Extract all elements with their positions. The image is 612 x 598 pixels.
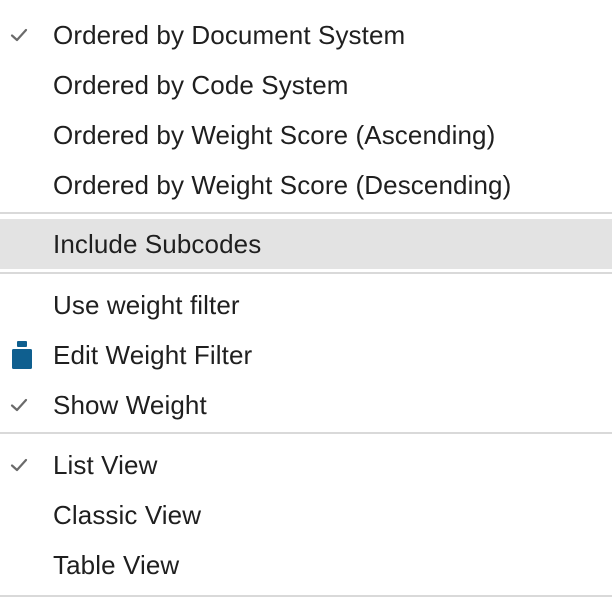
weight-icon — [12, 341, 32, 369]
menu-item-label: Classic View — [53, 500, 202, 530]
menu-separator — [0, 212, 612, 214]
menu-item-label: Ordered by Weight Score (Descending) — [53, 170, 512, 200]
menu-item-edit-weight-filter[interactable]: Edit Weight Filter — [0, 330, 612, 380]
context-menu: Ordered by Document System Ordered by Co… — [0, 0, 612, 598]
menu-item-include-subcodes[interactable]: Include Subcodes — [0, 219, 612, 269]
menu-item-show-weight[interactable]: Show Weight — [0, 380, 612, 430]
checkmark-icon — [10, 398, 28, 412]
menu-item-label: Ordered by Code System — [53, 70, 349, 100]
menu-item-classic-view[interactable]: Classic View — [0, 490, 612, 540]
menu-item-ordered-by-code-system[interactable]: Ordered by Code System — [0, 60, 612, 110]
checkmark-icon — [10, 28, 28, 42]
menu-item-table-view[interactable]: Table View — [0, 540, 612, 590]
menu-separator — [0, 595, 612, 597]
menu-item-ordered-by-weight-descending[interactable]: Ordered by Weight Score (Descending) — [0, 160, 612, 210]
menu-item-use-weight-filter[interactable]: Use weight filter — [0, 280, 612, 330]
menu-item-label: List View — [53, 450, 158, 480]
menu-item-label: Ordered by Document System — [53, 20, 406, 50]
menu-item-label: Use weight filter — [53, 290, 240, 320]
menu-separator — [0, 432, 612, 434]
checkmark-icon — [10, 458, 28, 472]
menu-item-ordered-by-weight-ascending[interactable]: Ordered by Weight Score (Ascending) — [0, 110, 612, 160]
menu-item-list-view[interactable]: List View — [0, 440, 612, 490]
menu-item-label: Ordered by Weight Score (Ascending) — [53, 120, 496, 150]
menu-item-ordered-by-document-system[interactable]: Ordered by Document System — [0, 10, 612, 60]
menu-item-label: Include Subcodes — [53, 229, 262, 259]
menu-item-label: Table View — [53, 550, 180, 580]
menu-separator — [0, 272, 612, 274]
menu-item-label: Show Weight — [53, 390, 207, 420]
menu-item-label: Edit Weight Filter — [53, 340, 253, 370]
